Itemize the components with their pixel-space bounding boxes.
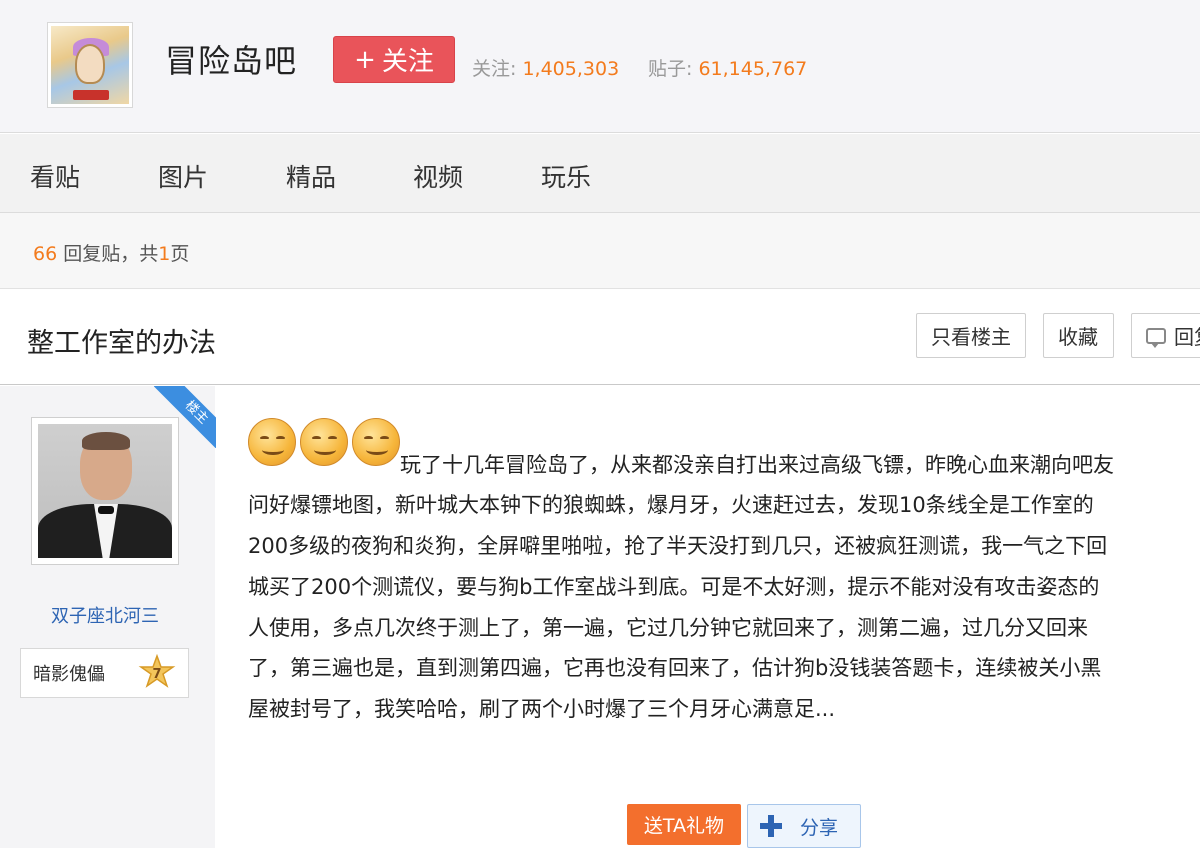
smile-emoji-icon bbox=[300, 418, 348, 466]
thread-title: 整工作室的办法 bbox=[27, 328, 216, 359]
share-plus-icon bbox=[760, 815, 782, 837]
share-button-label: 分享 bbox=[800, 816, 839, 839]
post-text-line: 问好爆镖地图，新叶城大本钟下的狼蜘蛛，爆月牙，火速赶过去，发现10条线全是工作室… bbox=[248, 493, 1094, 517]
post-text-line: 了，第三遍也是，直到测第四遍，它再也没有回来了，估计狗b没钱装答题卡，连续被关小… bbox=[248, 656, 1102, 680]
plus-icon: + bbox=[354, 44, 376, 75]
post-text-line: 200多级的夜狗和炎狗，全屏噼里啪啦，抢了半天没打到几只，还被疯狂测谎，我一气之… bbox=[248, 534, 1108, 558]
send-gift-button[interactable]: 送TA礼物 bbox=[627, 804, 741, 845]
reply-info: 66 回复贴，共1页 bbox=[33, 239, 189, 266]
username[interactable]: 双子座北河三 bbox=[20, 602, 190, 628]
post-text-line: 玩了十几年冒险岛了，从来都没亲自打出来过高级飞镖，昨晚心血来潮向吧友 bbox=[400, 453, 1114, 477]
reply-button[interactable]: 回复 bbox=[1131, 313, 1200, 358]
author-only-button[interactable]: 只看楼主 bbox=[916, 313, 1026, 358]
reply-button-label: 回复 bbox=[1174, 325, 1200, 349]
forum-header: 冒险岛吧 + 关注 关注: 1,405,303 贴子: 61,145,767 bbox=[0, 0, 1200, 133]
forum-avatar-image bbox=[51, 26, 129, 104]
reply-info-suffix: 页 bbox=[170, 243, 190, 265]
favorite-button[interactable]: 收藏 bbox=[1043, 313, 1114, 358]
reply-info-text: 回复贴，共 bbox=[57, 243, 159, 265]
thread-title-bar: 整工作室的办法 只看楼主 收藏 回复 bbox=[0, 289, 1200, 385]
smile-emoji-icon bbox=[352, 418, 400, 466]
nav-tab-posts[interactable]: 看贴 bbox=[30, 158, 80, 194]
posts-stat: 贴子: 61,145,767 bbox=[648, 54, 807, 81]
nav-tab-videos[interactable]: 视频 bbox=[413, 158, 463, 194]
forum-avatar[interactable] bbox=[47, 22, 133, 108]
posts-stat-label: 贴子: bbox=[648, 58, 693, 80]
comment-icon bbox=[1146, 327, 1166, 348]
reply-info-bar: 66 回复贴，共1页 bbox=[0, 213, 1200, 289]
posts-stat-count: 61,145,767 bbox=[698, 58, 808, 80]
forum-name[interactable]: 冒险岛吧 bbox=[165, 36, 297, 82]
level-title: 暗影傀儡 bbox=[33, 664, 105, 685]
share-button[interactable]: 分享 bbox=[747, 804, 861, 848]
post-text-line: 城买了200个测谎仪，要与狗b工作室战斗到底。可是不太好测，提示不能对没有攻击姿… bbox=[248, 575, 1100, 599]
nav-tab-images[interactable]: 图片 bbox=[158, 158, 208, 194]
follow-stat-label: 关注: bbox=[472, 58, 517, 80]
follow-stat: 关注: 1,405,303 bbox=[472, 54, 619, 81]
nav-tab-fun[interactable]: 玩乐 bbox=[541, 158, 591, 194]
follow-button-label: 关注 bbox=[381, 47, 434, 77]
smile-emoji-icon bbox=[248, 418, 296, 466]
post-text-line: 人使用，多点几次终于测上了，第一遍，它过几分钟它就回来了，测第二遍，过几分又回来 bbox=[248, 616, 1088, 640]
post-text-line: 屋被封号了，我笑哈哈，刷了两个小时爆了三个月牙心满意足... bbox=[248, 697, 836, 721]
user-avatar-image bbox=[38, 424, 172, 558]
user-level[interactable]: 暗影傀儡 7 bbox=[20, 648, 189, 698]
forum-nav: 看贴 图片 精品 视频 玩乐 bbox=[0, 134, 1200, 213]
page-count: 1 bbox=[158, 243, 171, 265]
user-avatar[interactable] bbox=[31, 417, 179, 565]
follow-stat-count: 1,405,303 bbox=[522, 58, 620, 80]
follow-button[interactable]: + 关注 bbox=[333, 36, 455, 83]
reply-count: 66 bbox=[33, 243, 58, 265]
nav-tab-featured[interactable]: 精品 bbox=[286, 158, 336, 194]
level-star-icon: 7 bbox=[138, 654, 176, 688]
level-number: 7 bbox=[152, 667, 161, 682]
